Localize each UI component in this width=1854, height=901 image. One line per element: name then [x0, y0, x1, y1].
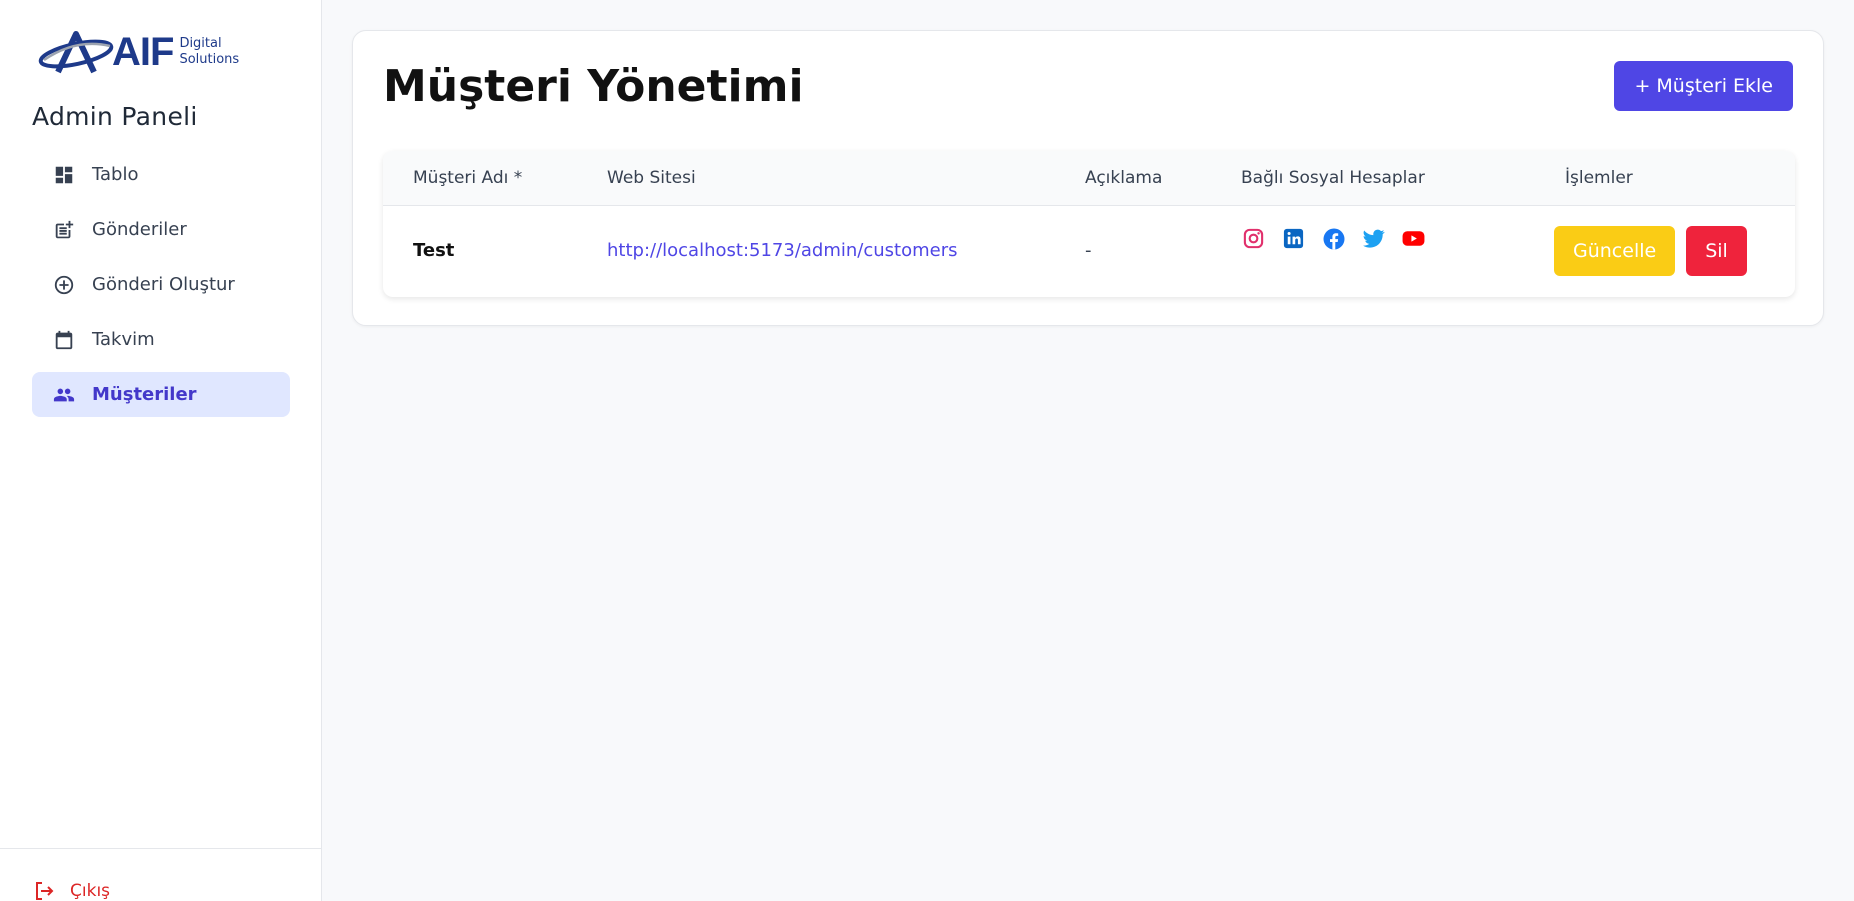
- sidebar-item-gonderiler[interactable]: Gönderiler: [32, 207, 290, 252]
- calendar-icon: [52, 328, 76, 352]
- main-content: Müşteri Yönetimi + Müşteri Ekle Müşteri …: [322, 0, 1854, 901]
- sidebar-footer: Çıkış: [0, 848, 321, 901]
- logout-button[interactable]: Çıkış: [32, 879, 110, 901]
- header-website: Web Sitesi: [607, 168, 696, 188]
- customers-table: Müşteri Adı * Web Sitesi Açıklama Bağlı …: [383, 151, 1795, 297]
- twitter-icon[interactable]: [1361, 226, 1386, 251]
- table-header: Müşteri Adı * Web Sitesi Açıklama Bağlı …: [383, 151, 1795, 206]
- sidebar: AIF Digital Solutions Admin Paneli Tablo…: [0, 0, 322, 901]
- social-accounts: [1241, 226, 1426, 251]
- post-add-icon: [52, 218, 76, 242]
- update-button[interactable]: Güncelle: [1554, 226, 1676, 276]
- linkedin-icon[interactable]: [1281, 226, 1306, 251]
- instagram-icon[interactable]: [1241, 226, 1266, 251]
- sidebar-item-label: Gönderi Oluştur: [92, 274, 235, 295]
- header-description: Açıklama: [1085, 168, 1163, 188]
- logo-mark-icon: [38, 31, 114, 74]
- facebook-icon[interactable]: [1321, 226, 1346, 251]
- logout-label: Çıkış: [70, 881, 111, 901]
- sidebar-item-label: Takvim: [92, 329, 155, 350]
- sidebar-item-label: Müşteriler: [92, 384, 197, 405]
- sidebar-item-tablo[interactable]: Tablo: [32, 152, 290, 197]
- sidebar-item-label: Tablo: [92, 164, 139, 185]
- sidebar-title: Admin Paneli: [32, 102, 198, 131]
- delete-button[interactable]: Sil: [1686, 226, 1747, 276]
- logout-icon: [32, 879, 56, 901]
- cell-customer-name: Test: [413, 240, 455, 261]
- logo-brand: AIF: [112, 29, 174, 74]
- page-title: Müşteri Yönetimi: [383, 61, 804, 112]
- app-root: AIF Digital Solutions Admin Paneli Tablo…: [0, 0, 1854, 901]
- youtube-icon[interactable]: [1401, 226, 1426, 251]
- table-row: Test http://localhost:5173/admin/custome…: [383, 206, 1795, 296]
- cell-description: -: [1085, 240, 1092, 261]
- logo-sub-line2: Solutions: [179, 52, 240, 67]
- sidebar-item-gonderi-olustur[interactable]: Gönderi Oluştur: [32, 262, 290, 307]
- sidebar-item-takvim[interactable]: Takvim: [32, 317, 290, 362]
- row-actions: Güncelle Sil: [1554, 226, 1747, 276]
- dashboard-icon: [52, 163, 76, 187]
- sidebar-item-musteriler[interactable]: Müşteriler: [32, 372, 290, 417]
- logo-subtitle: Digital Solutions: [179, 36, 239, 68]
- header-social-accounts: Bağlı Sosyal Hesaplar: [1241, 168, 1425, 188]
- customers-card: Müşteri Yönetimi + Müşteri Ekle Müşteri …: [352, 30, 1824, 326]
- header-actions: İşlemler: [1565, 168, 1633, 188]
- plus-circle-icon: [52, 273, 76, 297]
- add-customer-button[interactable]: + Müşteri Ekle: [1614, 61, 1793, 111]
- header-customer-name: Müşteri Adı *: [413, 168, 523, 188]
- cell-website-link[interactable]: http://localhost:5173/admin/customers: [607, 240, 957, 261]
- sidebar-item-label: Gönderiler: [92, 219, 187, 240]
- people-icon: [52, 383, 76, 407]
- sidebar-nav: Tablo Gönderiler Gönderi Oluştur Takvim: [32, 152, 290, 427]
- logo-sub-line1: Digital: [179, 36, 222, 51]
- logo: AIF Digital Solutions: [36, 28, 239, 76]
